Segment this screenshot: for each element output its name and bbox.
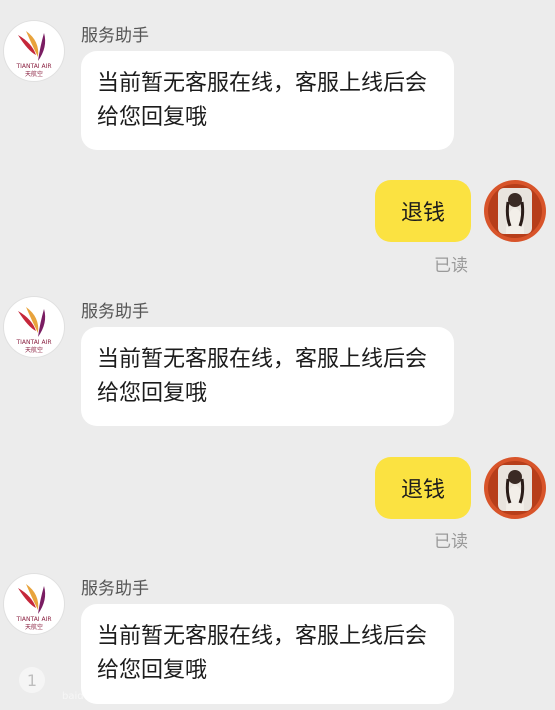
svg-text:1: 1 (27, 671, 37, 690)
sender-name: 服务助手 (81, 579, 149, 599)
user-photo-icon (484, 457, 546, 519)
watermark-logo-icon: 1 baidu (19, 667, 90, 702)
assistant-message-bubble[interactable]: 当前暂无客服在线，客服上线后会给您回复哦 (81, 51, 454, 150)
airline-logo-icon: TIANTAI AIR 天航空 (15, 307, 52, 354)
svg-text:天航空: 天航空 (25, 346, 43, 354)
svg-text:TIANTAI AIR: TIANTAI AIR (15, 63, 51, 70)
user-message-bubble[interactable]: 退钱 (375, 180, 471, 242)
user-avatar[interactable] (484, 180, 546, 242)
assistant-message-bubble[interactable]: 当前暂无客服在线，客服上线后会给您回复哦 (81, 327, 454, 426)
user-message-bubble[interactable]: 退钱 (375, 457, 471, 519)
svg-text:天航空: 天航空 (25, 623, 43, 631)
airline-logo-icon: TIANTAI AIR 天航空 (15, 584, 52, 631)
read-status: 已读 (434, 256, 468, 276)
svg-text:TIANTAI AIR: TIANTAI AIR (15, 339, 51, 346)
airline-logo-icon: TIANTAI AIR 天航空 (15, 31, 52, 78)
assistant-avatar[interactable]: TIANTAI AIR 天航空 (4, 574, 64, 634)
sender-name: 服务助手 (81, 26, 149, 46)
user-avatar[interactable] (484, 457, 546, 519)
svg-text:天航空: 天航空 (25, 70, 43, 78)
read-status: 已读 (434, 532, 468, 552)
svg-text:baidu: baidu (62, 691, 90, 702)
assistant-avatar[interactable]: TIANTAI AIR 天航空 (4, 21, 64, 81)
sender-name: 服务助手 (81, 302, 149, 322)
assistant-avatar[interactable]: TIANTAI AIR 天航空 (4, 297, 64, 357)
user-photo-icon (484, 180, 546, 242)
assistant-message-bubble[interactable]: 当前暂无客服在线，客服上线后会给您回复哦 (81, 604, 454, 704)
svg-text:TIANTAI AIR: TIANTAI AIR (15, 616, 51, 623)
